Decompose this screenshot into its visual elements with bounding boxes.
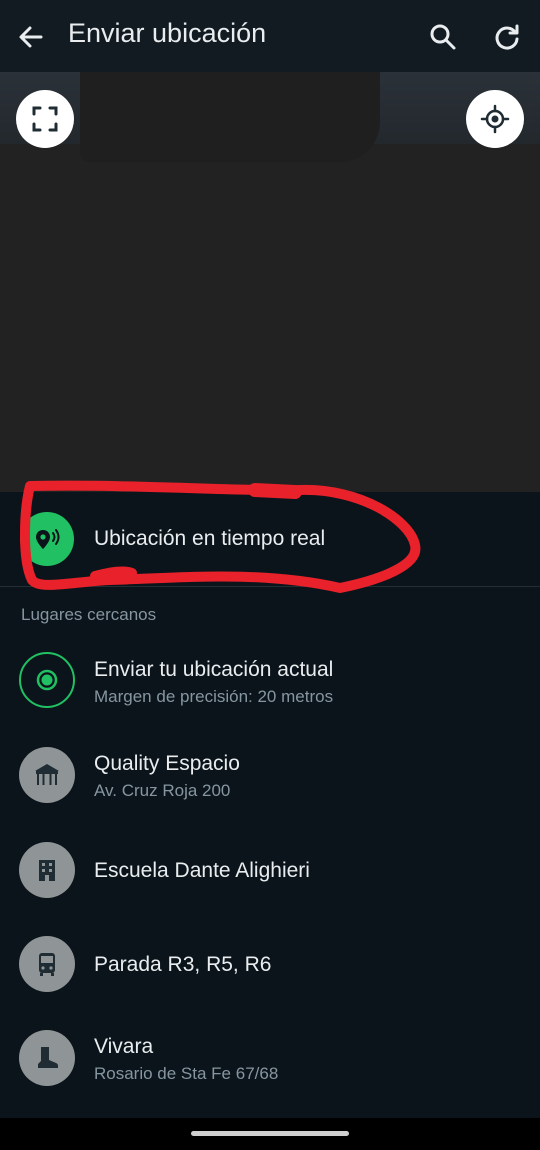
place-subtitle: Rosario de Sta Fe 67/68 [94,1064,279,1083]
map-view[interactable] [0,72,540,492]
live-location-label: Ubicación en tiempo real [94,527,326,550]
nearby-section-title: Lugares cercanos [21,605,157,624]
map-redaction [80,72,380,162]
app-bar: Enviar ubicación [0,0,540,72]
place-name: Vivara [94,1035,154,1058]
search-icon[interactable] [426,20,460,54]
live-location-row[interactable]: Ubicación en tiempo real [0,492,540,587]
live-location-icon [20,512,74,566]
place-name: Enviar tu ubicación actual [94,658,334,681]
gesture-handle[interactable] [191,1131,349,1136]
place-subtitle: Margen de precisión: 20 metros [94,687,334,706]
pavilion-icon [19,747,75,803]
place-subtitle: Av. Cruz Roja 200 [94,781,231,800]
fullscreen-icon[interactable] [16,90,74,148]
list-item-place[interactable]: Vivara Rosario de Sta Fe 67/68 [0,1030,540,1124]
place-name: Escuela Dante Alighieri [94,859,310,882]
arrow-left-icon[interactable] [14,20,48,54]
list-item-place[interactable]: Parada R3, R5, R6 [0,936,540,1030]
list-item-place[interactable]: Escuela Dante Alighieri [0,842,540,936]
list-item-current-location[interactable]: Enviar tu ubicación actual Margen de pre… [0,652,540,746]
building-icon [19,842,75,898]
current-location-icon [19,652,75,708]
boot-icon [19,1030,75,1086]
page-title: Enviar ubicación [68,18,267,48]
refresh-icon[interactable] [490,20,524,54]
place-name: Quality Espacio [94,752,240,775]
place-name: Parada R3, R5, R6 [94,953,272,976]
system-navigation-bar [0,1118,540,1150]
list-item-place[interactable]: Quality Espacio Av. Cruz Roja 200 [0,747,540,841]
my-location-icon[interactable] [466,90,524,148]
bus-icon [19,936,75,992]
